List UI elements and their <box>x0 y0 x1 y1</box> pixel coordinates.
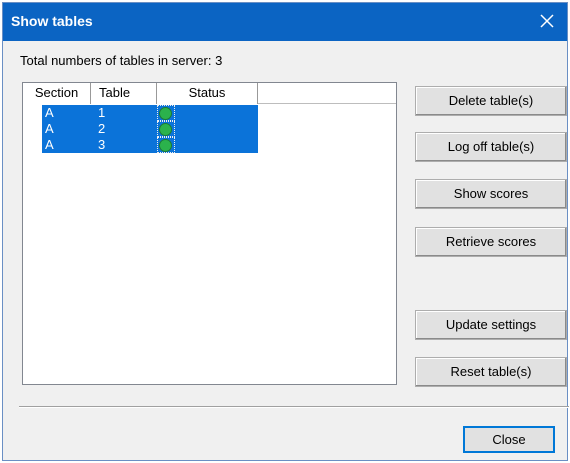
cell-status <box>157 121 175 137</box>
table-row[interactable]: A 3 <box>42 137 258 153</box>
cell-section: A <box>45 105 54 120</box>
close-icon[interactable] <box>537 11 557 31</box>
show-tables-dialog: Show tables Total numbers of tables in s… <box>2 2 569 461</box>
cell-status <box>157 137 175 153</box>
green-circle-icon <box>159 139 172 152</box>
tables-list[interactable]: Section Table Status A 1 A 2 A 3 <box>22 82 397 385</box>
cell-table: 2 <box>98 121 106 136</box>
cell-table: 1 <box>98 105 106 120</box>
reset-tables-button[interactable]: Reset table(s) <box>415 357 567 387</box>
table-row[interactable]: A 2 <box>42 121 258 137</box>
list-header: Section Table Status <box>23 83 396 104</box>
cell-status <box>157 105 175 121</box>
server-table-count: Total numbers of tables in server: 3 <box>20 53 223 68</box>
column-header-section[interactable]: Section <box>23 83 91 104</box>
cell-section: A <box>45 137 54 152</box>
divider <box>19 406 569 408</box>
update-settings-button[interactable]: Update settings <box>415 310 567 340</box>
green-circle-icon <box>159 107 172 120</box>
title-bar: Show tables <box>3 3 567 41</box>
cell-table: 3 <box>98 137 106 152</box>
column-header-table[interactable]: Table <box>91 83 157 104</box>
column-header-status[interactable]: Status <box>157 83 258 104</box>
log-off-tables-button[interactable]: Log off table(s) <box>415 132 567 162</box>
green-circle-icon <box>159 123 172 136</box>
close-button[interactable]: Close <box>463 426 555 453</box>
retrieve-scores-button[interactable]: Retrieve scores <box>415 227 567 257</box>
cell-section: A <box>45 121 54 136</box>
delete-tables-button[interactable]: Delete table(s) <box>415 86 567 116</box>
table-row[interactable]: A 1 <box>42 105 258 121</box>
dialog-title: Show tables <box>11 13 93 29</box>
show-scores-button[interactable]: Show scores <box>415 179 567 209</box>
